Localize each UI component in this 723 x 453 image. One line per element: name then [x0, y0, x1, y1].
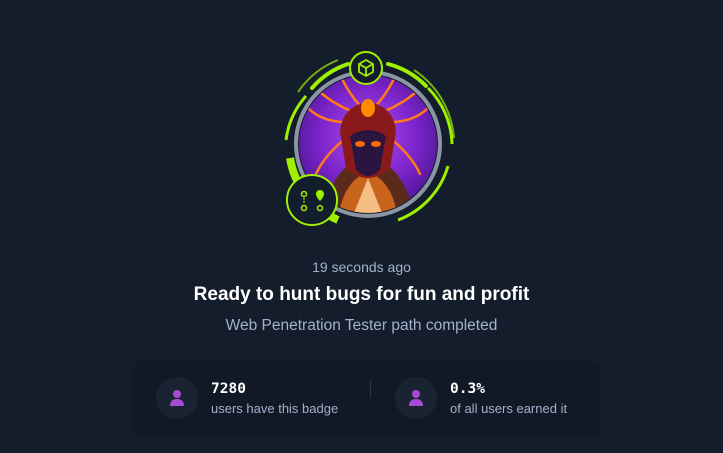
activity-title: Ready to hunt bugs for fun and profit	[193, 284, 530, 305]
map-route-icon	[286, 174, 338, 226]
badge-holders-label: users have this badge	[211, 401, 339, 416]
badge-rarity-percent: 0.3%	[450, 381, 485, 397]
user-icon	[395, 377, 437, 419]
activity-timestamp: 19 seconds ago	[312, 259, 411, 275]
user-icon	[156, 377, 198, 419]
badge-rarity-label: of all users earned it	[450, 401, 568, 416]
badge-stats-panel: 7280 users have this badge 0.3% of all u…	[133, 361, 600, 435]
cube-icon	[349, 51, 383, 85]
activity-subtitle: Web Penetration Tester path completed	[225, 317, 498, 334]
achievement-badge	[278, 48, 458, 232]
badge-holders-count: 7280	[211, 381, 246, 397]
stats-divider	[370, 380, 371, 398]
